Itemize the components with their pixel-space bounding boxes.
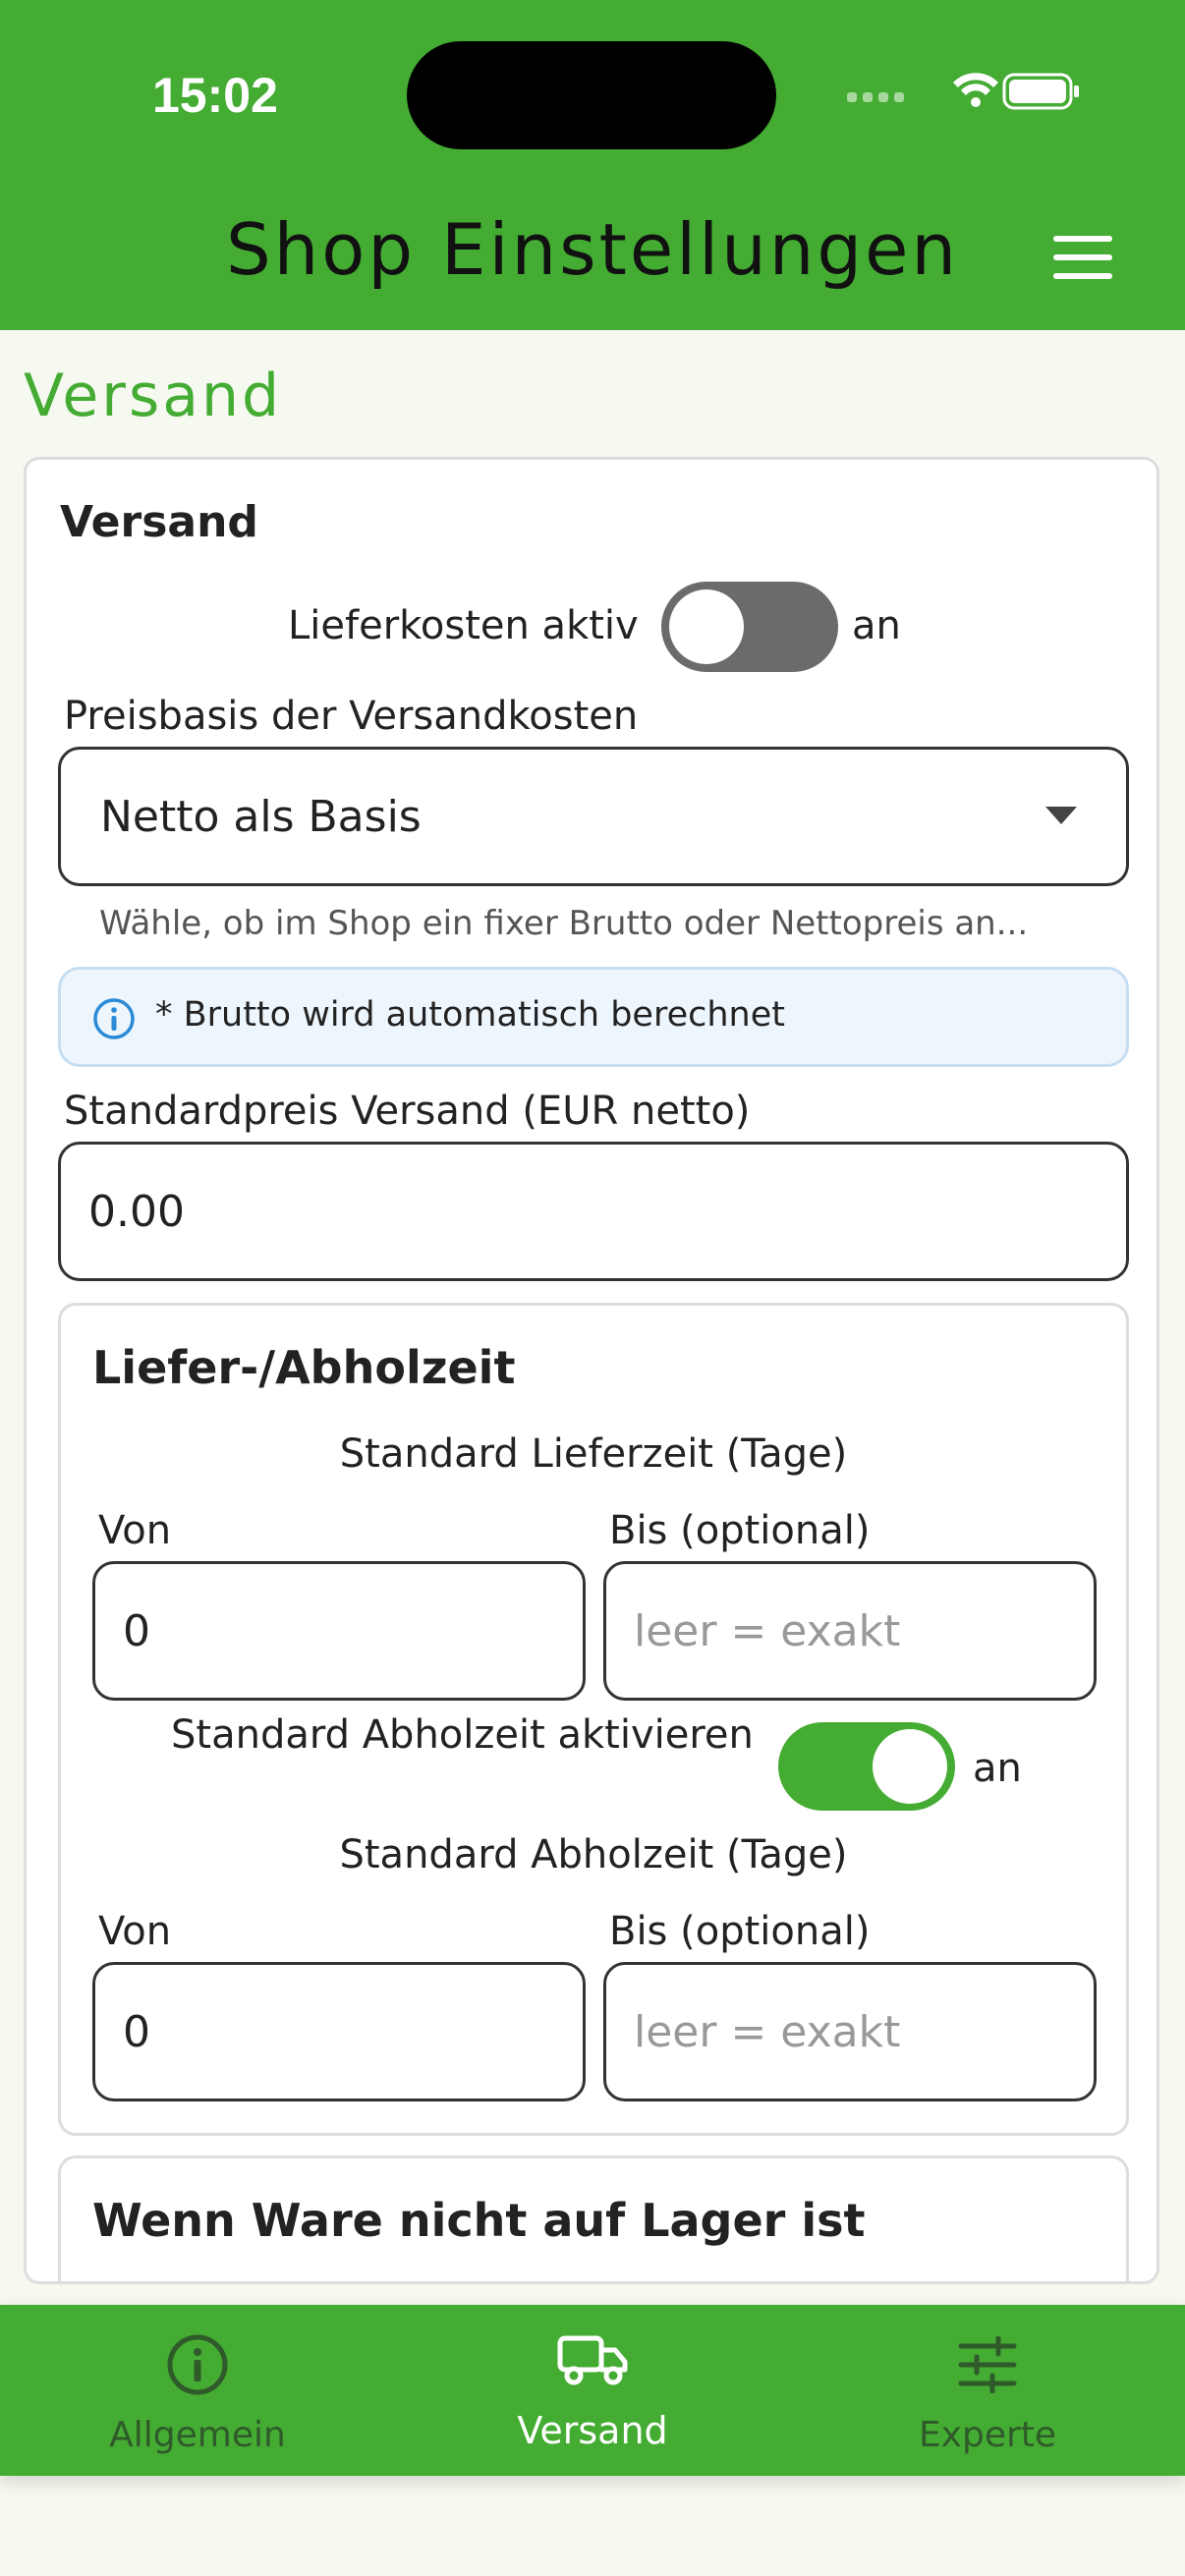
price-basis-label: Preisbasis der Versandkosten [64, 694, 639, 739]
shipping-cost-toggle[interactable] [661, 582, 838, 672]
wifi-icon [953, 73, 998, 107]
price-basis-value: Netto als Basis [100, 791, 422, 842]
out-of-stock-card: Wenn Ware nicht auf Lager ist [58, 2156, 1129, 2281]
pickup-to-label: Bis (optional) [609, 1909, 871, 1954]
pickup-toggle-state: an [973, 1746, 1022, 1791]
pickup-to-input[interactable]: leer = exakt [603, 1962, 1097, 2101]
pickup-from-label: Von [98, 1909, 172, 1954]
delivery-to-label: Bis (optional) [609, 1508, 871, 1553]
info-circle-icon [167, 2334, 228, 2395]
delivery-from-value: 0 [123, 1605, 150, 1656]
delivery-from-input[interactable]: 0 [92, 1561, 586, 1701]
bottom-navigation: Allgemein Versand Experte [0, 2305, 1185, 2476]
standard-price-label: Standardpreis Versand (EUR netto) [64, 1089, 751, 1134]
price-basis-helper: Wähle, ob im Shop ein fixer Brutto oder … [99, 904, 1029, 943]
pickup-to-placeholder: leer = exakt [634, 2006, 901, 2057]
status-icons [847, 69, 1083, 118]
pickup-from-value: 0 [123, 2006, 150, 2057]
pickup-time-toggle[interactable] [778, 1722, 955, 1811]
price-basis-select[interactable]: Netto als Basis [58, 747, 1129, 886]
section-title: Versand [24, 362, 283, 430]
info-text: * Brutto wird automatisch berechnet [155, 995, 785, 1035]
truck-icon [557, 2335, 628, 2385]
standard-price-value: 0.00 [88, 1186, 185, 1237]
card-title: Versand [60, 497, 258, 547]
status-time: 15:02 [152, 68, 278, 123]
delivery-to-placeholder: leer = exakt [634, 1605, 901, 1656]
pickup-toggle-label: Standard Abholzeit aktivieren [171, 1712, 754, 1758]
delivery-time-label: Standard Lieferzeit (Tage) [339, 1431, 848, 1477]
shipping-toggle-label: Lieferkosten aktiv [288, 603, 639, 648]
chevron-down-icon [1045, 807, 1077, 824]
delivery-to-input[interactable]: leer = exakt [603, 1561, 1097, 1701]
shipping-card: Versand Lieferkosten aktiv an Preisbasis… [24, 457, 1159, 2284]
standard-price-input[interactable]: 0.00 [58, 1142, 1129, 1281]
delivery-pickup-card: Liefer-/Abholzeit Standard Lieferzeit (T… [58, 1303, 1129, 2136]
page-title: Shop Einstellungen [225, 208, 960, 291]
signal-icon [847, 92, 904, 102]
sliders-icon [958, 2336, 1017, 2393]
battery-icon [1002, 73, 1079, 110]
nav-item-experte[interactable]: Experte [790, 2305, 1185, 2476]
out-of-stock-title: Wenn Ware nicht auf Lager ist [92, 2194, 866, 2247]
delivery-from-label: Von [98, 1508, 172, 1553]
nav-item-allgemein[interactable]: Allgemein [0, 2305, 395, 2476]
dynamic-island [407, 41, 776, 149]
app-header: 15:02 Shop Einstellungen [0, 0, 1185, 330]
info-banner: * Brutto wird automatisch berechnet [58, 967, 1129, 1067]
nav-item-versand[interactable]: Versand [395, 2305, 790, 2476]
hamburger-menu-icon[interactable] [1053, 236, 1112, 279]
info-icon [93, 998, 135, 1039]
nav-label-experte: Experte [918, 2415, 1057, 2455]
nav-label-versand: Versand [517, 2409, 668, 2452]
delivery-pickup-title: Liefer-/Abholzeit [92, 1341, 516, 1394]
nav-label-allgemein: Allgemein [109, 2415, 286, 2455]
shipping-toggle-state: an [852, 603, 901, 648]
pickup-from-input[interactable]: 0 [92, 1962, 586, 2101]
pickup-time-label: Standard Abholzeit (Tage) [339, 1832, 848, 1877]
